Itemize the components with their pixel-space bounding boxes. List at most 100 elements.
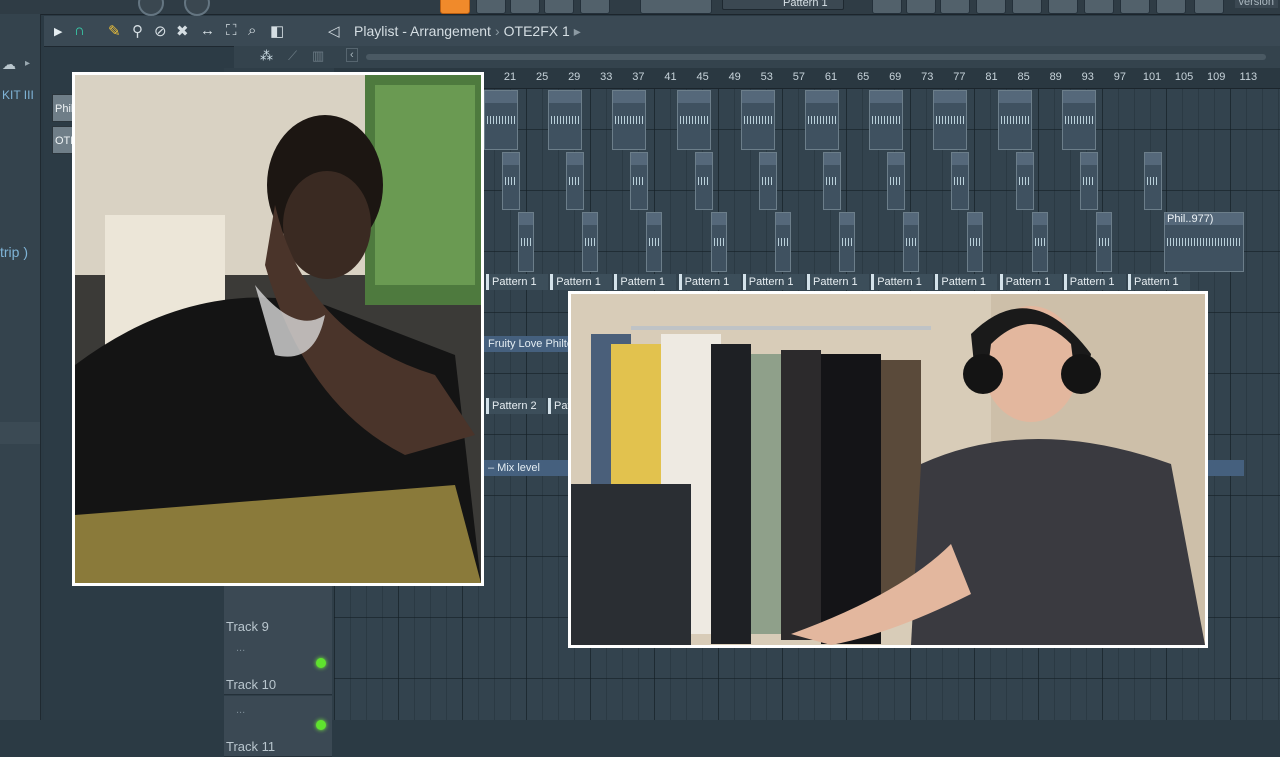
horizontal-scrollbar[interactable] <box>366 54 1266 60</box>
playback-tool-icon[interactable]: ◧ <box>270 22 284 40</box>
master-pitch-knob[interactable] <box>184 0 210 16</box>
toolbar-button[interactable] <box>1194 0 1224 14</box>
track-header-10[interactable]: ... Track 10 <box>224 634 332 695</box>
ruler-tick: 57 <box>792 71 806 83</box>
audio-clip[interactable] <box>1015 152 1034 210</box>
audio-clip[interactable] <box>740 90 775 150</box>
audio-clip[interactable] <box>694 152 713 210</box>
audio-clip[interactable] <box>548 90 583 150</box>
track-grip[interactable]: ... <box>236 642 245 654</box>
pattern-clip[interactable]: Pattern 1 <box>1063 274 1126 290</box>
delete-tool-icon[interactable]: ⊘ <box>154 22 167 40</box>
audio-clip[interactable] <box>646 212 663 272</box>
waveform <box>808 116 836 124</box>
audio-clip[interactable] <box>502 152 520 210</box>
automation-clip[interactable]: Fruity Love Philte <box>484 336 568 352</box>
audio-clip[interactable] <box>1144 152 1162 210</box>
audio-clip[interactable] <box>887 152 906 210</box>
pattern-clip[interactable]: Pattern 1 <box>935 274 998 290</box>
audio-clip-icon[interactable]: ⁂ <box>260 48 273 64</box>
breadcrumb-pattern[interactable]: OTE2FX 1 <box>504 23 570 39</box>
audio-clip[interactable] <box>951 152 970 210</box>
audio-clip[interactable] <box>823 152 841 210</box>
pattern-clip[interactable]: Pattern 1 <box>678 274 741 290</box>
audio-clip[interactable] <box>1061 90 1096 150</box>
track-header-11[interactable]: ... Track 11 <box>224 696 332 757</box>
ruler-tick: 45 <box>696 71 709 83</box>
breadcrumb-arrow-icon[interactable]: ▸ <box>570 23 585 39</box>
audio-clip[interactable] <box>839 212 855 272</box>
audio-clip[interactable] <box>1095 212 1112 272</box>
zoom-tool-icon[interactable]: ⌕ <box>248 22 256 39</box>
mixer-window-button[interactable] <box>976 0 1006 14</box>
pattern-clip[interactable]: Pattern 1 <box>614 274 677 290</box>
slip-tool-icon[interactable]: ↔ <box>200 22 215 39</box>
playlist-window-button[interactable] <box>872 0 902 14</box>
toolbar-button[interactable] <box>1120 0 1150 14</box>
audio-clip[interactable] <box>676 90 711 150</box>
audio-clip[interactable] <box>630 152 649 210</box>
toolbar-button[interactable] <box>580 0 610 14</box>
audio-clip[interactable] <box>997 90 1032 150</box>
toolbar-button[interactable] <box>1156 0 1186 14</box>
audio-clip[interactable] <box>903 212 920 272</box>
cloud-icon[interactable]: ☁ <box>2 56 16 73</box>
automation-icon[interactable]: ⟋ <box>288 48 297 64</box>
audio-clip[interactable] <box>758 152 777 210</box>
toolbar-button[interactable] <box>476 0 506 14</box>
toolbar-button[interactable] <box>1048 0 1078 14</box>
pattern-clip-2[interactable]: Pattern 2 <box>486 398 546 414</box>
audio-clip[interactable] <box>582 212 599 272</box>
scroll-left-button[interactable]: ‹ <box>346 48 358 62</box>
audio-clip[interactable] <box>612 90 647 150</box>
audio-clip[interactable] <box>1079 152 1098 210</box>
audio-clip[interactable] <box>933 90 968 150</box>
browser-selected-row[interactable] <box>0 422 40 444</box>
toolbar-button[interactable] <box>510 0 540 14</box>
browser-item-kit[interactable]: KIT III <box>2 88 34 102</box>
waveform <box>1018 177 1031 185</box>
audio-clip[interactable] <box>1031 212 1048 272</box>
pattern-clip[interactable]: Pattern 1 <box>871 274 934 290</box>
audio-clip[interactable] <box>710 212 727 272</box>
audio-clip-phil[interactable]: Phil..977) <box>1164 212 1244 272</box>
audio-clip[interactable] <box>774 212 791 272</box>
draw-tool-icon[interactable]: ✎ <box>108 22 121 40</box>
speaker-icon[interactable]: ◁ <box>328 22 340 40</box>
audio-clip[interactable] <box>484 90 518 150</box>
pattern-clip[interactable]: Pattern 1 <box>999 274 1062 290</box>
ruler-tick: 33 <box>600 71 613 83</box>
track-grip[interactable]: ... <box>236 704 245 716</box>
pattern-clip[interactable]: Pattern 1 <box>486 274 548 290</box>
audio-clip[interactable] <box>566 152 585 210</box>
pattern-selector[interactable]: Pattern 1 <box>722 0 844 10</box>
pattern-clip[interactable]: Pattern 1 <box>742 274 805 290</box>
pattern-song-toggle[interactable] <box>440 0 470 14</box>
pattern-clip[interactable]: Pattern 1 <box>807 274 869 290</box>
audio-clip[interactable] <box>967 212 984 272</box>
piano-roll-window-button[interactable] <box>906 0 936 14</box>
audio-clip[interactable] <box>805 90 839 150</box>
breadcrumb: Playlist - Arrangement › OTE2FX 1 ▸ <box>354 23 585 40</box>
breadcrumb-title[interactable]: Playlist - Arrangement <box>354 23 491 39</box>
select-tool-icon[interactable]: ⛶ <box>226 22 237 39</box>
pattern-clip[interactable]: Pattern 1 <box>1128 274 1190 290</box>
ruler-tick: 93 <box>1081 71 1094 83</box>
paint-tool-icon[interactable]: ⚲ <box>132 22 143 40</box>
channel-rack-window-button[interactable] <box>940 0 970 14</box>
track-mute-led[interactable] <box>316 720 326 730</box>
toolbar-button[interactable] <box>1084 0 1114 14</box>
audio-clip[interactable] <box>869 90 904 150</box>
browser-item-strip[interactable]: trip ) <box>0 244 28 260</box>
audio-clip[interactable] <box>518 212 534 272</box>
track-mute-led[interactable] <box>316 658 326 668</box>
mute-tool-icon[interactable]: ✖ <box>176 22 189 40</box>
chevron-right-icon[interactable]: ▸ <box>25 58 30 69</box>
pattern-clip[interactable]: Pattern 1 <box>550 274 613 290</box>
toolbar-button[interactable] <box>1012 0 1042 14</box>
toolbar-button[interactable] <box>544 0 574 14</box>
options-arrow-icon[interactable]: ▶ <box>54 25 62 38</box>
master-volume-knob[interactable] <box>138 0 164 16</box>
snap-magnet-icon[interactable]: ∩ <box>74 22 85 39</box>
pattern-icon[interactable]: ▥ <box>312 48 324 64</box>
